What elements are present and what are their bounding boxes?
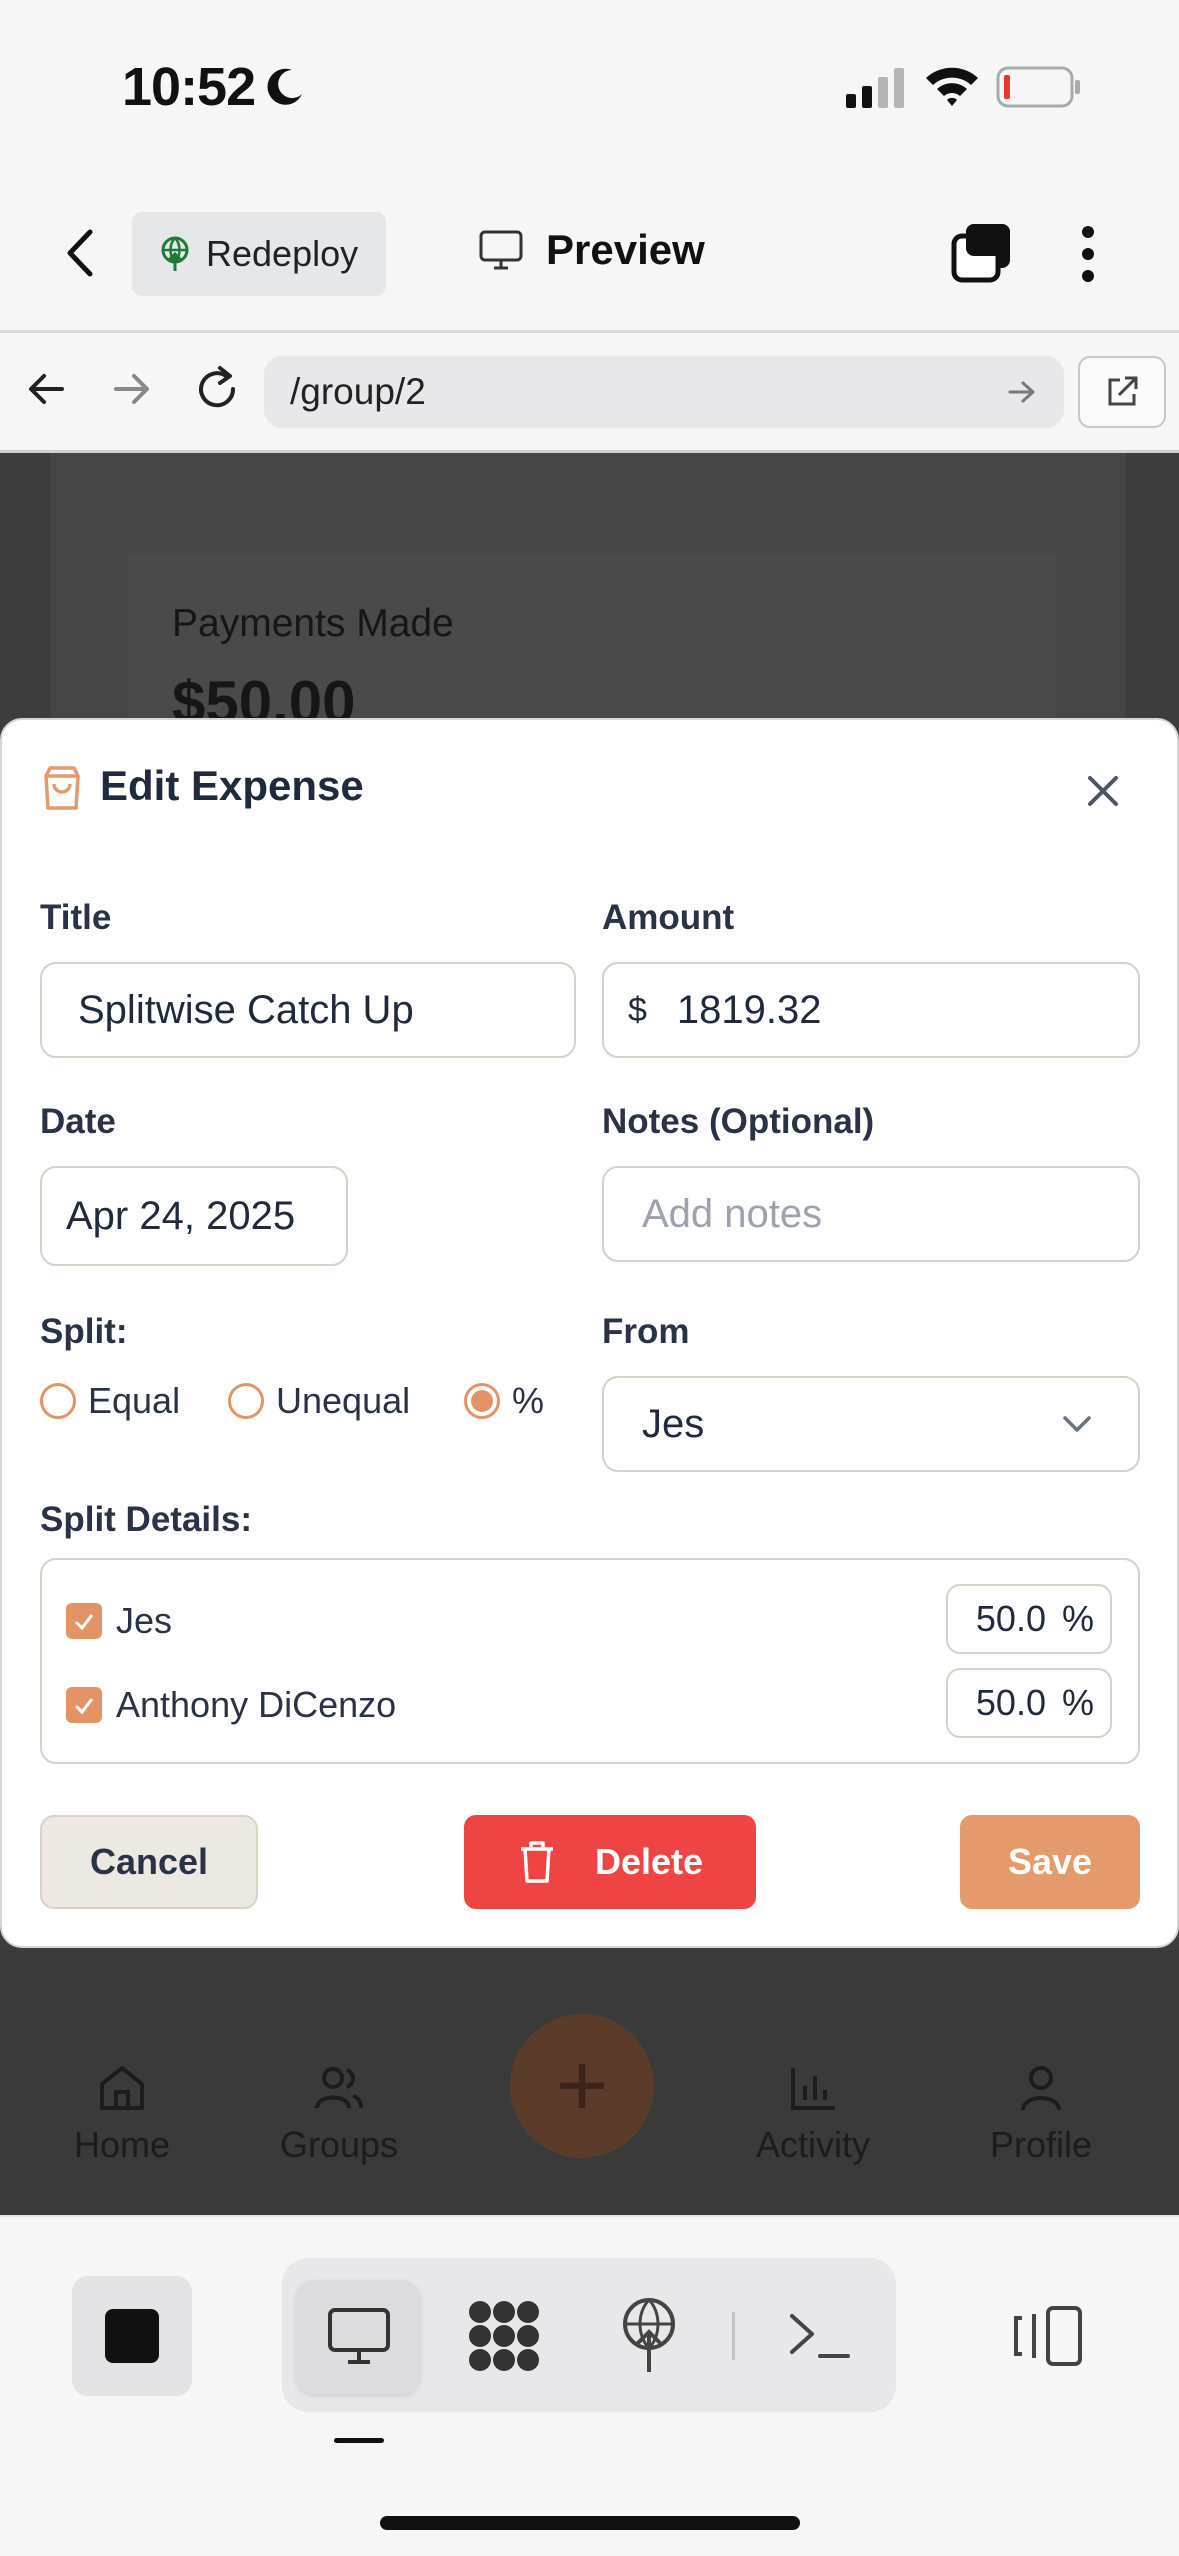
monitor-icon — [479, 230, 523, 270]
workflow-icon[interactable] — [466, 2298, 542, 2374]
cancel-button[interactable]: Cancel — [40, 1815, 258, 1909]
nav-groups-label: Groups — [280, 2124, 399, 2165]
delete-label: Delete — [594, 1841, 704, 1882]
trash-icon — [520, 1841, 553, 1883]
home-icon — [100, 2066, 145, 2110]
checkbox-checked[interactable] — [66, 1603, 102, 1639]
plus-icon: + — [555, 2035, 609, 2136]
nav-profile-label: Profile — [990, 2124, 1093, 2165]
close-icon[interactable] — [1084, 772, 1122, 810]
add-expense-fab[interactable]: + — [510, 2014, 654, 2158]
amount-input[interactable]: $ 1819.32 — [602, 962, 1140, 1058]
toolbar-separator — [732, 2312, 735, 2360]
nav-activity-label: Activity — [756, 2124, 871, 2165]
nav-activity[interactable]: Activity — [756, 2060, 870, 2166]
reload-icon[interactable] — [192, 364, 242, 414]
checkbox-checked[interactable] — [66, 1687, 102, 1723]
chevron-down-icon — [1063, 1416, 1091, 1432]
from-select[interactable]: Jes — [602, 1376, 1140, 1472]
title-input[interactable]: Splitwise Catch Up — [40, 962, 576, 1058]
browser-back-icon[interactable] — [26, 368, 68, 410]
currency-symbol: $ — [628, 990, 647, 1029]
delete-button[interactable]: Delete — [464, 1815, 756, 1909]
url-input[interactable]: /group/2 — [264, 356, 1064, 428]
checkmark-icon — [74, 1614, 94, 1631]
checkmark-icon — [74, 1698, 94, 1715]
percent-unit: % — [1061, 1598, 1094, 1639]
terminal-icon[interactable] — [786, 2310, 852, 2362]
date-label: Date — [40, 1102, 116, 1141]
split-row-anthony[interactable]: Anthony DiCenzo — [66, 1684, 396, 1726]
split-details-label: Split Details: — [40, 1500, 252, 1539]
radio-circle-checked — [464, 1383, 500, 1419]
amount-label: Amount — [602, 898, 735, 937]
percent-input[interactable]: 50.0 % — [946, 1584, 1112, 1654]
split-name: Jes — [116, 1600, 173, 1641]
split-percent-radio[interactable]: % — [464, 1380, 544, 1422]
title-label: Title — [40, 898, 112, 937]
date-input[interactable]: Apr 24, 2025 — [40, 1166, 348, 1266]
stop-icon — [105, 2309, 159, 2363]
shopping-bag-icon — [44, 766, 80, 810]
from-label: From — [602, 1312, 690, 1351]
browser-forward-icon[interactable] — [110, 368, 152, 410]
from-value: Jes — [642, 1401, 705, 1446]
layers-icon[interactable] — [950, 222, 1012, 284]
nav-profile[interactable]: Profile — [990, 2060, 1092, 2166]
split-equal-radio[interactable]: Equal — [40, 1380, 180, 1422]
back-chevron-icon[interactable] — [62, 228, 98, 278]
external-link-icon — [1108, 376, 1138, 406]
notes-input[interactable]: Add notes — [602, 1166, 1140, 1262]
percent-value: 50.0 — [975, 1682, 1046, 1723]
deploy-icon[interactable] — [612, 2296, 686, 2374]
moon-icon — [267, 68, 302, 105]
save-button[interactable]: Save — [960, 1815, 1140, 1909]
globe-deploy-icon — [161, 236, 189, 271]
open-external-button[interactable] — [1078, 356, 1166, 428]
nav-home[interactable]: Home — [74, 2060, 170, 2166]
redeploy-button[interactable]: Redeploy — [132, 212, 386, 296]
payments-made-label: Payments Made — [172, 602, 454, 645]
notes-label: Notes (Optional) — [602, 1102, 875, 1141]
home-indicator[interactable] — [380, 2516, 800, 2530]
split-name: Anthony DiCenzo — [116, 1684, 397, 1725]
nav-home-label: Home — [74, 2124, 171, 2165]
preview-label: Preview — [546, 226, 705, 273]
status-time: 10:52 — [122, 57, 256, 117]
amount-value: 1819.32 — [676, 987, 822, 1032]
battery-icon — [996, 66, 1080, 108]
signal-icon — [846, 68, 904, 108]
split-unequal-label: Unequal — [276, 1380, 411, 1421]
split-row-jes[interactable]: Jes — [66, 1600, 172, 1642]
wifi-icon — [926, 67, 978, 106]
users-icon — [315, 2067, 364, 2109]
modal-title: Edit Expense — [100, 762, 364, 809]
nav-groups[interactable]: Groups — [280, 2060, 398, 2166]
split-unequal-radio[interactable]: Unequal — [228, 1380, 410, 1422]
redeploy-label: Redeploy — [206, 233, 359, 274]
percent-unit: % — [1061, 1682, 1094, 1723]
stop-button[interactable] — [72, 2276, 192, 2396]
split-equal-label: Equal — [88, 1380, 181, 1421]
split-label: Split: — [40, 1312, 128, 1351]
more-options-icon[interactable] — [1078, 224, 1098, 284]
radio-circle — [40, 1383, 76, 1419]
user-icon — [1021, 2066, 1062, 2111]
active-tab-indicator — [334, 2438, 384, 2443]
bar-chart-icon — [791, 2068, 835, 2110]
panel-toggle-icon[interactable] — [1010, 2304, 1084, 2368]
percent-value: 50.0 — [975, 1598, 1046, 1639]
radio-circle — [228, 1383, 264, 1419]
go-arrow-icon[interactable] — [1006, 376, 1038, 408]
monitor-icon — [328, 2308, 390, 2364]
percent-input[interactable]: 50.0 % — [946, 1668, 1112, 1738]
split-percent-label: % — [512, 1380, 545, 1421]
preview-tab[interactable]: Preview — [478, 226, 705, 274]
